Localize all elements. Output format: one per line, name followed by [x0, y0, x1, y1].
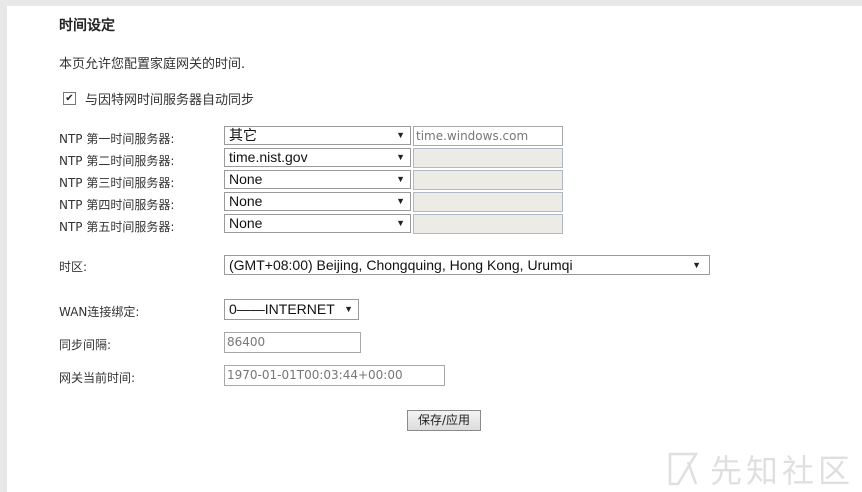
chevron-down-icon: ▼: [396, 174, 405, 184]
chevron-down-icon: ▼: [396, 152, 405, 162]
ntp5-custom-input[interactable]: [413, 214, 563, 234]
wan-binding-select[interactable]: 0——INTERNET ▼: [224, 299, 359, 320]
ntp5-select[interactable]: None ▼: [224, 214, 411, 233]
auto-sync-label: 与因特网时间服务器自动同步: [85, 93, 255, 108]
chevron-down-icon: ▼: [692, 260, 701, 270]
ntp3-label: NTP 第三时间服务器:: [59, 176, 175, 190]
gateway-time-input[interactable]: 1970-01-01T00:03:44+00:00: [224, 365, 445, 386]
timezone-selected: (GMT+08:00) Beijing, Chongquing, Hong Ko…: [229, 257, 573, 273]
chevron-down-icon: ▼: [396, 196, 405, 206]
left-border: [0, 0, 7, 492]
ntp3-custom-input[interactable]: [413, 170, 563, 190]
ntp1-label: NTP 第一时间服务器:: [59, 132, 175, 146]
page-title: 时间设定: [59, 18, 115, 34]
ntp2-selected: time.nist.gov: [229, 149, 308, 165]
auto-sync-checkbox[interactable]: ✔: [63, 92, 76, 105]
wan-binding-selected: 0——INTERNET: [229, 301, 335, 317]
sync-interval-label: 同步间隔:: [59, 338, 112, 352]
chevron-down-icon: ▼: [396, 218, 405, 228]
ntp4-custom-input[interactable]: [413, 192, 563, 212]
ntp4-label: NTP 第四时间服务器:: [59, 198, 175, 212]
ntp1-custom-input[interactable]: time.windows.com: [413, 126, 563, 146]
watermark-text: 先知社区: [710, 452, 855, 490]
ntp3-select[interactable]: None ▼: [224, 170, 411, 189]
timezone-select[interactable]: (GMT+08:00) Beijing, Chongquing, Hong Ko…: [224, 255, 710, 275]
wan-binding-label: WAN连接绑定:: [59, 305, 140, 319]
ntp5-label: NTP 第五时间服务器:: [59, 220, 175, 234]
ntp1-selected: 其它: [229, 127, 257, 143]
save-apply-button[interactable]: 保存/应用: [407, 410, 481, 431]
watermark: 先知社区: [668, 446, 854, 492]
ntp2-custom-input[interactable]: [413, 148, 563, 168]
ntp3-selected: None: [229, 171, 263, 187]
ntp2-label: NTP 第二时间服务器:: [59, 154, 175, 168]
chevron-down-icon: ▼: [396, 130, 405, 140]
page-description: 本页允许您配置家庭网关的时间.: [59, 57, 246, 72]
watermark-logo-icon: [668, 452, 699, 486]
top-border: [0, 0, 862, 6]
ntp1-select[interactable]: 其它 ▼: [224, 126, 411, 145]
auto-sync-row[interactable]: ✔ 与因特网时间服务器自动同步: [63, 89, 254, 108]
check-icon: ✔: [65, 92, 74, 104]
ntp4-select[interactable]: None ▼: [224, 192, 411, 211]
sync-interval-input[interactable]: 86400: [224, 332, 361, 353]
ntp5-selected: None: [229, 215, 263, 231]
gateway-time-label: 网关当前时间:: [59, 371, 136, 385]
ntp2-select[interactable]: time.nist.gov ▼: [224, 148, 411, 167]
chevron-down-icon: ▼: [344, 304, 353, 314]
timezone-label: 时区:: [59, 260, 88, 274]
ntp4-selected: None: [229, 193, 263, 209]
